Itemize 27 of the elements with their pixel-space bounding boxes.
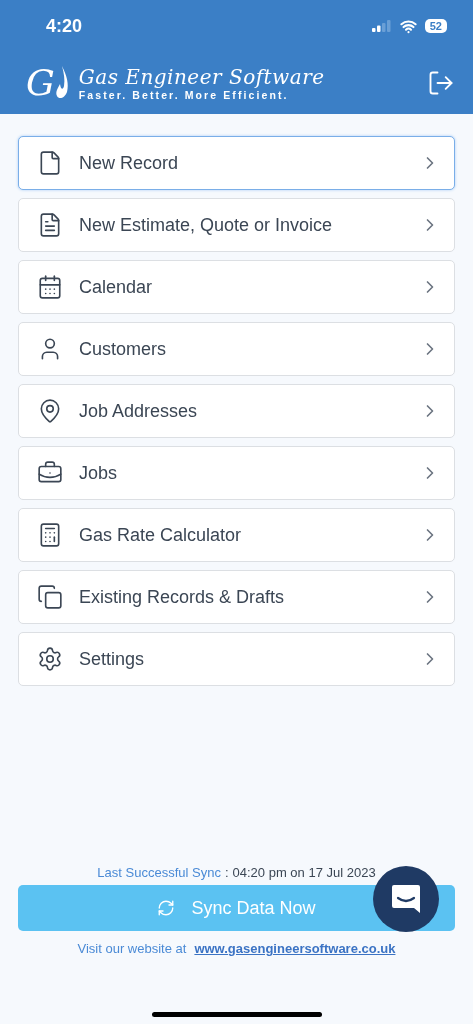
app-title: Gas Engineer Software [78,65,326,89]
logo-letter: G [26,65,55,101]
flame-icon [54,66,69,100]
wifi-icon [399,17,417,35]
copy-icon [37,584,63,610]
menu-item[interactable]: Existing Records & Drafts [18,570,455,624]
app-tagline: Faster. Better. More Efficient. [78,89,290,101]
sync-time: 04:20 pm on 17 Jul 2023 [232,865,376,880]
signal-icon [371,20,392,32]
sync-separator: : [224,865,229,880]
chat-icon [390,883,422,915]
menu-item[interactable]: Settings [18,632,455,686]
refresh-icon [157,899,176,917]
menu-item[interactable]: New Record [18,136,455,190]
status-time: 4:20 [46,15,83,37]
menu-item[interactable]: Jobs [18,446,455,500]
menu-item[interactable]: Gas Rate Calculator [18,508,455,562]
sync-label: Last Successful Sync [97,865,221,880]
website-link[interactable]: www.gasengineersoftware.co.uk [194,941,396,956]
menu-item[interactable]: New Estimate, Quote or Invoice [18,198,455,252]
menu-item[interactable]: Calendar [18,260,455,314]
website-prefix: Visit our website at [77,941,187,956]
settings-icon [37,646,63,672]
menu-item[interactable]: Job Addresses [18,384,455,438]
calendar-icon [37,274,63,300]
battery-level: 52 [424,19,447,33]
menu-item[interactable]: Customers [18,322,455,376]
